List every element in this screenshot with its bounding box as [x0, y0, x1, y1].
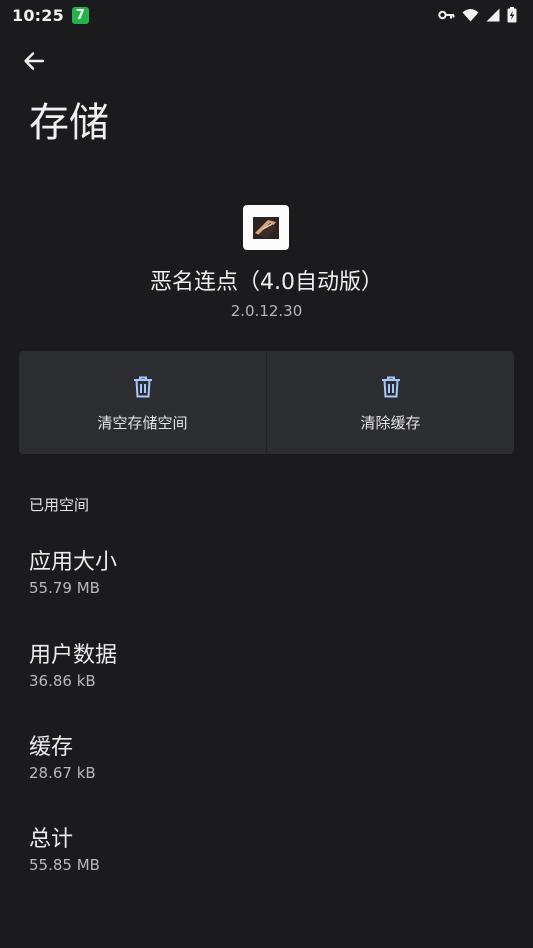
vpn-key-icon — [438, 9, 455, 21]
battery-icon — [507, 7, 517, 23]
storage-item-cache: 缓存 28.67 kB — [29, 729, 96, 782]
clear-cache-button[interactable]: 清除缓存 — [266, 351, 514, 454]
storage-actions: 清空存储空间 清除缓存 — [19, 351, 514, 454]
trash-icon — [133, 376, 153, 402]
storage-item-user-data: 用户数据 36.86 kB — [29, 637, 117, 690]
arrow-left-icon — [23, 50, 45, 76]
wifi-icon — [462, 8, 479, 22]
app-icon — [243, 205, 289, 250]
status-bar: 10:25 7 — [0, 0, 533, 30]
app-name: 恶名连点（4.0自动版） — [150, 270, 383, 295]
page-title: 存储 — [29, 100, 109, 146]
item-title: 用户数据 — [29, 643, 118, 668]
status-left: 10:25 7 — [12, 6, 89, 25]
clear-cache-label: 清除缓存 — [360, 414, 421, 432]
storage-item-total: 总计 55.85 MB — [29, 821, 100, 874]
notification-badge-icon: 7 — [71, 6, 89, 24]
item-value: 55.85 MB — [29, 856, 100, 874]
clear-storage-button[interactable]: 清空存储空间 — [19, 351, 266, 454]
item-title: 应用大小 — [29, 550, 118, 575]
item-value: 55.79 MB — [29, 579, 100, 597]
app-version: 2.0.12.30 — [230, 302, 303, 320]
back-button[interactable] — [14, 43, 54, 83]
trash-icon — [381, 376, 401, 402]
item-value: 28.67 kB — [29, 764, 96, 782]
item-value: 36.86 kB — [29, 672, 96, 690]
status-right — [438, 7, 517, 23]
signal-icon — [486, 8, 500, 22]
clear-storage-label: 清空存储空间 — [97, 414, 188, 432]
item-title: 缓存 — [29, 735, 74, 760]
storage-screen: 10:25 7 存储 恶名连点（4.0自动版） 2.0.12.30 清空存储空间… — [0, 0, 533, 948]
item-title: 总计 — [29, 827, 74, 852]
storage-item-app-size: 应用大小 55.79 MB — [29, 544, 117, 597]
status-time: 10:25 — [12, 5, 64, 25]
section-header-used-space: 已用空间 — [29, 496, 90, 514]
